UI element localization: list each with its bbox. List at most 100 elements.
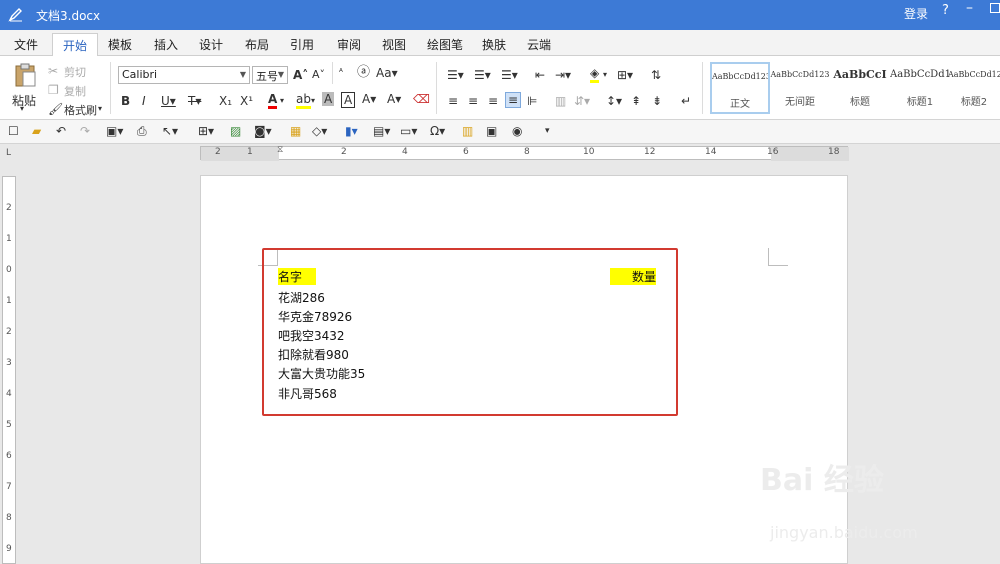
table-icon[interactable]: ⊞▾ <box>198 124 214 138</box>
para-spacing-before-icon[interactable]: ⇞ <box>631 94 641 108</box>
new-document-icon[interactable]: ☐ <box>8 124 19 138</box>
tab-references[interactable]: 引用 <box>290 36 314 53</box>
increase-indent-icon[interactable]: ⇥▾ <box>555 68 571 82</box>
chart-icon[interactable]: ▮▾ <box>345 124 358 138</box>
strikethrough-icon[interactable]: T▾ <box>188 94 201 108</box>
enclose-char-icon[interactable]: ⓐ <box>357 66 370 80</box>
customize-toolbar-icon[interactable]: ▾ <box>545 124 550 138</box>
print-icon[interactable]: ⎙ <box>137 124 147 138</box>
bold-icon[interactable]: B <box>121 94 130 108</box>
numbering-icon[interactable]: ☰▾ <box>474 68 491 82</box>
undo-icon[interactable]: ↶ <box>56 124 66 138</box>
style-normal[interactable]: AaBbCcDd123 正文 <box>710 62 770 114</box>
char-spacing-icon[interactable]: A▾ <box>362 92 376 106</box>
style-title[interactable]: AaBbCcI 标题 <box>830 62 890 114</box>
select-pointer-icon[interactable]: ↖▾ <box>162 124 178 138</box>
restore-button[interactable] <box>990 3 1000 13</box>
line-spacing-icon[interactable]: ↕▾ <box>606 94 622 108</box>
redo-icon[interactable]: ↷ <box>80 124 90 138</box>
para-spacing-after-icon[interactable]: ⇟ <box>652 94 662 108</box>
hyperlink-icon[interactable]: ▣ <box>486 124 497 138</box>
style-heading-2[interactable]: AaBbCcDd123 标题2 <box>948 62 1000 114</box>
format-painter-button[interactable]: 格式刷 <box>64 102 97 118</box>
indent-marker-icon[interactable]: ⧖ <box>277 145 283 155</box>
shrink-font-icon[interactable]: A˅ <box>312 68 325 82</box>
cut-button[interactable]: 剪切 <box>64 64 86 80</box>
header-name-cell[interactable]: 名字 <box>278 268 317 285</box>
bullets-icon[interactable]: ☰▾ <box>447 68 464 82</box>
text-direction-icon[interactable]: ⇵▾ <box>574 94 590 108</box>
textbox-icon[interactable]: ▤▾ <box>373 124 390 138</box>
phonetic-guide-icon[interactable]: ᴬ <box>339 66 343 80</box>
distribute-icon[interactable]: ⊫ <box>527 94 537 108</box>
document-line[interactable]: 花湖286 <box>278 289 325 306</box>
font-family-select[interactable]: Calibri ▼ <box>118 66 250 84</box>
change-case-icon[interactable]: Aa▾ <box>376 66 398 80</box>
tab-review[interactable]: 审阅 <box>337 36 361 53</box>
tab-file[interactable]: 文件 <box>14 36 38 53</box>
tab-insert[interactable]: 插入 <box>154 36 178 53</box>
shading-icon[interactable]: ◈ <box>590 66 600 83</box>
chevron-down-icon[interactable]: ▾ <box>603 68 607 82</box>
style-no-spacing[interactable]: AaBbCcDd123 无间距 <box>770 62 830 114</box>
align-left-icon[interactable]: ≡ <box>448 94 458 108</box>
tab-templates[interactable]: 模板 <box>108 36 132 53</box>
tab-layout[interactable]: 布局 <box>245 36 269 53</box>
show-marks-icon[interactable]: ↵ <box>681 94 691 108</box>
document-line[interactable]: 华克金78926 <box>278 308 352 325</box>
login-button[interactable]: 登录 <box>904 5 928 22</box>
header-footer-icon[interactable]: ▭▾ <box>400 124 417 138</box>
shapes-icon[interactable]: ◇▾ <box>312 124 327 138</box>
open-folder-icon[interactable]: ▰ <box>32 124 41 138</box>
paste-button[interactable]: 粘贴 ▾ <box>8 60 42 116</box>
picture-icon[interactable]: ▨ <box>230 124 241 138</box>
chevron-down-icon[interactable]: ▾ <box>98 104 102 113</box>
sort-icon[interactable]: ⇅ <box>651 68 661 82</box>
subscript-icon[interactable]: X₁ <box>219 94 232 108</box>
clear-format-icon[interactable]: ⌫ <box>413 92 430 106</box>
tab-stop-selector[interactable]: L <box>6 148 16 158</box>
document-line[interactable]: 吧我空3432 <box>278 327 345 344</box>
borders-icon[interactable]: ⊞▾ <box>617 68 633 82</box>
bookmark-icon[interactable]: ◉ <box>512 124 522 138</box>
header-quantity-cell[interactable]: 数量 <box>610 268 656 285</box>
symbol-icon[interactable]: Ω▾ <box>430 124 445 138</box>
tab-skin[interactable]: 换肤 <box>482 36 506 53</box>
note-icon[interactable]: ▥ <box>462 124 473 138</box>
chevron-down-icon[interactable]: ▾ <box>280 94 284 108</box>
vertical-ruler[interactable]: 2 1 0 1 2 3 4 5 6 7 8 9 <box>2 176 16 564</box>
tab-home[interactable]: 开始 <box>52 33 99 57</box>
columns-icon[interactable]: ▥ <box>555 94 566 108</box>
chevron-down-icon[interactable]: ▾ <box>311 94 315 108</box>
underline-icon[interactable]: U▾ <box>161 94 176 108</box>
grow-font-icon[interactable]: A˄ <box>293 68 308 82</box>
tab-drawing-pen[interactable]: 绘图笔 <box>427 36 463 53</box>
char-border-icon[interactable]: A <box>341 92 356 108</box>
minimize-button[interactable]: – <box>966 0 973 16</box>
decrease-indent-icon[interactable]: ⇤ <box>535 68 545 82</box>
text-effect-icon[interactable]: A▾ <box>387 92 401 106</box>
tab-cloud[interactable]: 云端 <box>527 36 551 53</box>
italic-icon[interactable]: I <box>142 94 146 108</box>
align-center-icon[interactable]: ≡ <box>468 94 478 108</box>
font-color-icon[interactable]: A <box>268 92 278 109</box>
document-line[interactable]: 扣除就看980 <box>278 346 349 363</box>
char-shading-icon[interactable]: A <box>322 92 335 106</box>
tab-view[interactable]: 视图 <box>382 36 406 53</box>
align-right-icon[interactable]: ≡ <box>488 94 498 108</box>
style-heading-1[interactable]: AaBbCcDd1 标题1 <box>890 62 950 114</box>
horizontal-ruler[interactable]: 2 1 2 4 6 8 10 12 14 16 18 ⧖ <box>200 145 849 161</box>
highlight-icon[interactable]: ab <box>296 92 311 109</box>
copy-button[interactable]: 复制 <box>64 83 86 99</box>
justify-icon[interactable]: ≡ <box>505 92 522 108</box>
screenshot-icon[interactable]: ◙▾ <box>254 124 272 138</box>
smartart-icon[interactable]: ▦ <box>290 124 301 138</box>
save-icon[interactable]: ▣▾ <box>106 124 123 138</box>
help-button[interactable]: ? <box>942 3 949 18</box>
document-line[interactable]: 非凡哥568 <box>278 385 337 402</box>
multilevel-list-icon[interactable]: ☰▾ <box>501 68 518 82</box>
font-size-select[interactable]: 五号 ▼ <box>252 66 288 84</box>
document-line[interactable]: 大富大贵功能35 <box>278 365 365 382</box>
superscript-icon[interactable]: X¹ <box>240 94 253 108</box>
tab-design[interactable]: 设计 <box>199 36 223 53</box>
